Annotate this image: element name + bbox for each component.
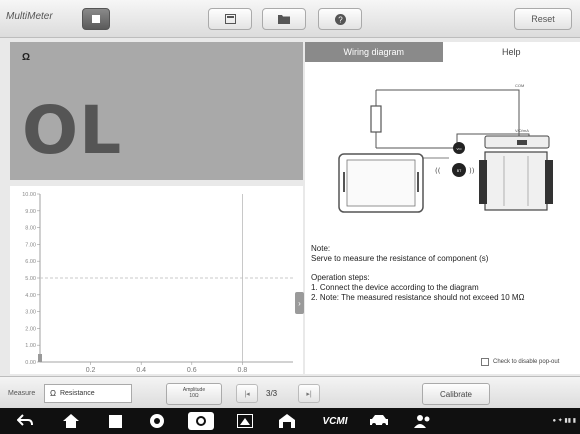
svg-text:COM: COM	[515, 83, 524, 88]
y-tick-label: 9.00	[25, 209, 36, 215]
steps-title: Operation steps:	[311, 273, 370, 282]
svg-text:VCI: VCI	[456, 147, 461, 151]
skip-back-icon: |◂	[244, 390, 250, 398]
browser-button[interactable]	[146, 411, 168, 431]
camera-icon	[188, 412, 214, 430]
maxifix-button[interactable]	[276, 411, 298, 431]
step-2: 2. Note: The measured resistance should …	[311, 293, 525, 302]
ohm-icon: Ω	[50, 389, 56, 398]
x-tick-label: 0.8	[238, 367, 248, 374]
step-1: 1. Connect the device according to the d…	[311, 283, 479, 292]
top-toolbar: MultiMeter ? Reset	[0, 0, 580, 38]
y-tick-label: 4.00	[25, 293, 36, 299]
last-page-button[interactable]: ▸|	[298, 384, 320, 403]
page-indicator: 3/3	[266, 389, 278, 398]
reading-display: Ω OL	[10, 42, 303, 180]
screenshot-button[interactable]	[208, 8, 252, 30]
chart-svg: 10.00 9.00 8.00 7.00 6.00 5.00 4.00 3.00 2.00 1.0…	[22, 192, 293, 374]
y-tick-label: 2.00	[25, 326, 36, 332]
recent-apps-button[interactable]	[104, 411, 126, 431]
disable-popup-checkbox[interactable]	[481, 358, 489, 366]
wiring-diagram-pane: COM V/Ω/mA (( BT )) VCI Note: Serve to m…	[305, 62, 580, 374]
help-notes: Note: Serve to measure the resistance of…	[311, 244, 577, 303]
y-tick-label: 0.00	[25, 360, 36, 366]
back-button[interactable]	[14, 411, 36, 431]
svg-text:?: ?	[338, 15, 343, 24]
expand-panel-handle[interactable]: ›	[295, 292, 304, 314]
garage-icon	[279, 414, 295, 428]
y-tick-label: 3.00	[25, 310, 36, 316]
question-icon: ?	[334, 13, 346, 25]
recent-apps-icon	[108, 414, 122, 428]
vehicle-button[interactable]	[368, 411, 390, 431]
y-tick-label: 7.00	[25, 242, 36, 248]
display-button[interactable]	[234, 411, 256, 431]
reset-button[interactable]: Reset	[514, 8, 572, 30]
info-tabs: Wiring diagram Help	[305, 42, 580, 62]
y-tick-label: 1.00	[25, 343, 36, 349]
skip-forward-icon: ▸|	[306, 390, 312, 398]
help-button[interactable]: ?	[318, 8, 362, 30]
disable-popup-option[interactable]: Check to disable pop-out	[481, 358, 559, 366]
origin-marker	[38, 354, 42, 362]
folder-icon	[278, 15, 290, 24]
stop-button[interactable]	[82, 8, 110, 30]
home-button[interactable]	[60, 411, 82, 431]
svg-text:((: ((	[435, 167, 441, 175]
tab-help[interactable]: Help	[442, 42, 580, 62]
car-icon	[370, 415, 388, 427]
svg-text:V/Ω/mA: V/Ω/mA	[515, 128, 529, 133]
people-icon	[414, 415, 430, 428]
note-title: Note:	[311, 244, 331, 253]
remote-support-button[interactable]	[412, 411, 434, 431]
measure-value: Resistance	[59, 390, 95, 397]
status-indicators: ● ✦ ▮▮ ▮	[552, 418, 576, 424]
system-navbar: VCMI ● ✦ ▮▮ ▮	[0, 408, 580, 434]
chevron-right-icon: ›	[298, 298, 301, 308]
amplitude-value: 10Ω	[189, 393, 199, 399]
measure-label: Measure	[8, 390, 36, 397]
x-tick-label: 0.6	[187, 367, 197, 374]
disable-popup-label: Check to disable pop-out	[493, 359, 560, 365]
first-page-button[interactable]: |◂	[236, 384, 258, 403]
wiring-diagram-image: COM V/Ω/mA (( BT )) VCI	[338, 83, 553, 213]
browser-icon	[150, 414, 164, 428]
camera-button[interactable]	[186, 411, 216, 431]
amplitude-button[interactable]: Amplitude 10Ω	[166, 383, 222, 405]
y-tick-label: 8.00	[25, 226, 36, 232]
back-arrow-icon	[17, 414, 33, 426]
control-bar: Measure Ω Resistance Amplitude 10Ω |◂ 3/…	[0, 376, 580, 408]
stop-icon	[92, 15, 100, 23]
x-tick-label: 0.2	[86, 367, 96, 374]
reading-unit: Ω	[22, 52, 31, 63]
note-text: Serve to measure the resistance of compo…	[311, 254, 489, 263]
app-title: MultiMeter	[6, 11, 53, 22]
y-tick-label: 5.00	[25, 276, 36, 282]
calibrate-button[interactable]: Calibrate	[422, 383, 490, 405]
tab-wiring-diagram[interactable]: Wiring diagram	[305, 42, 443, 62]
vci-label: VCMI	[322, 415, 348, 427]
home-icon	[63, 414, 79, 428]
vci-manager-button[interactable]: VCMI	[318, 411, 352, 431]
y-tick-label: 10.00	[22, 192, 36, 198]
waveform-chart[interactable]: 10.00 9.00 8.00 7.00 6.00 5.00 4.00 3.00 2.00 1.0…	[10, 186, 303, 374]
y-tick-label: 6.00	[25, 259, 36, 265]
svg-text:)): ))	[469, 167, 475, 175]
reading-value: OL	[22, 92, 123, 169]
x-tick-label: 0.4	[136, 367, 146, 374]
display-icon	[237, 414, 253, 428]
measure-select[interactable]: Ω Resistance	[44, 384, 132, 403]
folder-button[interactable]	[262, 8, 306, 30]
screenshot-icon	[224, 14, 236, 24]
